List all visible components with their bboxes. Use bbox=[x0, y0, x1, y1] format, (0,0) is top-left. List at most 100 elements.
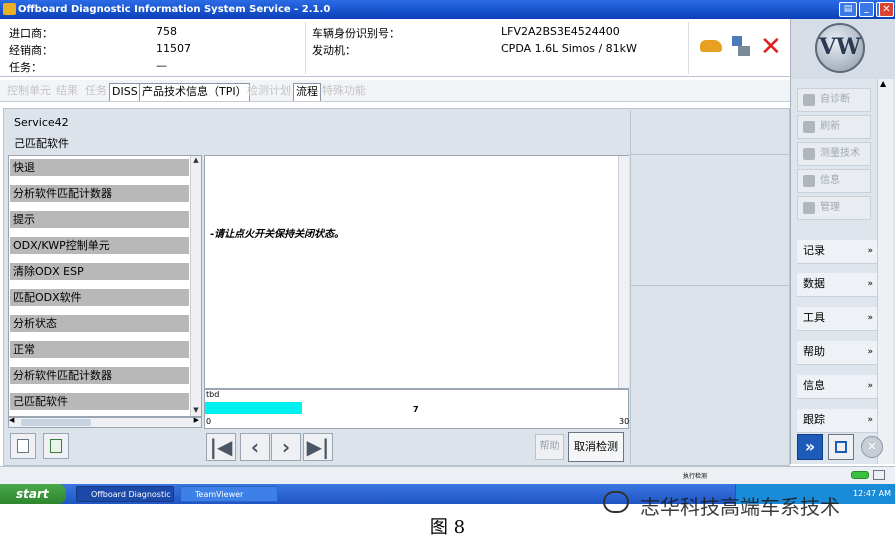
tab-procedure[interactable]: 流程 bbox=[293, 83, 321, 101]
disconnect-icon: ✕ bbox=[760, 32, 782, 62]
scroll-left-arrow[interactable]: ◀ bbox=[9, 416, 14, 424]
task-value: — bbox=[156, 59, 167, 72]
zoom-in-button[interactable] bbox=[43, 433, 69, 459]
list-item[interactable]: 分析软件匹配计数器 bbox=[10, 185, 189, 202]
chevron-down-icon: » bbox=[867, 279, 873, 289]
app-icon bbox=[3, 3, 16, 15]
list-item[interactable]: 己匹配软件 bbox=[10, 393, 189, 410]
scroll-up-arrow[interactable]: ▲ bbox=[191, 156, 201, 166]
dealer-label: 经销商： bbox=[9, 44, 53, 57]
list-item[interactable]: 清除ODX ESP bbox=[10, 263, 189, 280]
sidebar-scrollbar[interactable]: ▲ bbox=[877, 79, 893, 464]
figure-caption: 图 8 bbox=[429, 517, 466, 538]
measure-icon bbox=[803, 148, 815, 160]
window-title-bar: Offboard Diagnostic Information System S… bbox=[0, 0, 895, 19]
task-label: 任务： bbox=[9, 61, 42, 74]
taskbar-item-teamviewer[interactable]: TeamViewer bbox=[180, 486, 278, 502]
forward-button[interactable]: » bbox=[797, 434, 823, 460]
tab-tasks[interactable]: 任务 bbox=[83, 83, 109, 101]
start-button[interactable]: start bbox=[0, 484, 66, 504]
info-pane bbox=[630, 110, 790, 464]
service-title: Service42 bbox=[14, 116, 69, 129]
minimize-button[interactable]: _ bbox=[859, 2, 874, 17]
sidebar-section-tools[interactable]: 工具» bbox=[797, 307, 877, 331]
first-step-button[interactable]: |◀ bbox=[206, 433, 236, 461]
importer-value: 758 bbox=[156, 25, 177, 38]
help-button[interactable]: 帮助 bbox=[535, 434, 564, 460]
tab-control-units[interactable]: 控制单元 bbox=[5, 83, 53, 101]
next-step-button[interactable]: › bbox=[271, 433, 301, 461]
gear-icon bbox=[803, 202, 815, 214]
flash-button[interactable]: 刷新 bbox=[797, 115, 871, 139]
list-item[interactable]: 正常 bbox=[10, 341, 189, 358]
measurement-button[interactable]: 测量技术 bbox=[797, 142, 871, 166]
engine-label: 发动机： bbox=[312, 44, 356, 57]
chevron-down-icon: » bbox=[867, 347, 873, 357]
scroll-right-arrow[interactable]: ▶ bbox=[194, 416, 199, 424]
text-vertical-scrollbar[interactable] bbox=[618, 156, 629, 388]
tab-special-functions[interactable]: 特殊功能 bbox=[320, 83, 368, 101]
dealer-value: 11507 bbox=[156, 42, 191, 55]
progress-current: 7 bbox=[413, 405, 419, 414]
sidebar-section-trace[interactable]: 跟踪» bbox=[797, 409, 877, 433]
chevron-down-icon: » bbox=[867, 381, 873, 391]
clock: 12:47 AM bbox=[853, 489, 891, 498]
sidebar-section-data[interactable]: 数据» bbox=[797, 273, 877, 297]
info-icon bbox=[803, 175, 815, 187]
list-item[interactable]: 快退 bbox=[10, 159, 189, 176]
self-diagnosis-button[interactable]: 自诊断 bbox=[797, 88, 871, 112]
window-title: Offboard Diagnostic Information System S… bbox=[18, 4, 331, 15]
sidebar-section-info[interactable]: 信息» bbox=[797, 375, 877, 399]
tab-tpi[interactable]: 产品技术信息（TPI） bbox=[139, 83, 250, 101]
sidebar-section-record[interactable]: 记录» bbox=[797, 240, 877, 264]
status-text: 执行检测 bbox=[683, 473, 708, 480]
scroll-up-arrow[interactable]: ▲ bbox=[880, 79, 886, 88]
instruction-message: -请让点火开关保持关闭状态。 bbox=[210, 229, 345, 240]
chevron-down-icon: » bbox=[867, 415, 873, 425]
tab-test-plan[interactable]: 检测计划 bbox=[245, 83, 293, 101]
list-item[interactable]: ODX/KWP控制单元 bbox=[10, 237, 189, 254]
progress-max: 30 bbox=[619, 417, 630, 426]
list-item[interactable]: 提示 bbox=[10, 211, 189, 228]
sidebar-section-help[interactable]: 帮助» bbox=[797, 341, 877, 365]
car-icon bbox=[700, 40, 722, 52]
hand-icon bbox=[803, 94, 815, 106]
admin-button[interactable]: 管理 bbox=[797, 196, 871, 220]
instruction-text-area bbox=[204, 155, 629, 389]
wechat-icon bbox=[603, 491, 629, 513]
close-button[interactable]: ✕ bbox=[879, 2, 894, 17]
zoom-out-button[interactable] bbox=[10, 433, 36, 459]
progress-label: tbd bbox=[206, 390, 220, 399]
last-step-button[interactable]: ▶| bbox=[303, 433, 333, 461]
status-bar: 执行检测 bbox=[0, 466, 895, 484]
list-vertical-scrollbar[interactable]: ▲ ▼ bbox=[190, 156, 201, 416]
list-horizontal-scrollbar[interactable]: ◀ ▶ bbox=[8, 416, 202, 428]
screenshot-button[interactable] bbox=[828, 434, 854, 460]
service-header: Service42 己匹配软件 bbox=[8, 110, 628, 154]
document-icon bbox=[17, 439, 29, 453]
tab-diss[interactable]: DISS bbox=[109, 83, 141, 101]
chevron-down-icon: » bbox=[867, 313, 873, 323]
exit-button[interactable]: ✕ bbox=[861, 436, 883, 458]
tab-results[interactable]: 结果 bbox=[54, 83, 80, 101]
importer-label: 进口商： bbox=[9, 27, 53, 40]
header-divider bbox=[305, 22, 306, 74]
vin-value: LFV2A2BS3E4524400 bbox=[501, 25, 620, 38]
info-button[interactable]: 信息 bbox=[797, 169, 871, 193]
taskbar-item-odis[interactable]: Offboard Diagnostic I... bbox=[76, 486, 174, 515]
chevron-down-icon: » bbox=[867, 246, 873, 256]
frame-icon bbox=[835, 441, 847, 453]
previous-step-button[interactable]: ‹ bbox=[240, 433, 270, 461]
cancel-check-button[interactable]: 取消检测 bbox=[568, 432, 624, 462]
scroll-thumb[interactable] bbox=[21, 419, 91, 426]
list-item[interactable]: 分析软件匹配计数器 bbox=[10, 367, 189, 384]
scroll-down-arrow[interactable]: ▼ bbox=[191, 406, 201, 416]
vw-logo: VW bbox=[815, 23, 865, 73]
pane-divider bbox=[630, 154, 790, 155]
list-item[interactable]: 匹配ODX软件 bbox=[10, 289, 189, 306]
list-item[interactable]: 分析状态 bbox=[10, 315, 189, 332]
document-add-icon bbox=[50, 439, 62, 453]
keyboard-icon[interactable]: ▤ bbox=[839, 2, 857, 17]
tab-bar: 控制单元 结果 任务 DISS 产品技术信息（TPI） 检测计划 流程 特殊功能 bbox=[0, 80, 790, 102]
pane-divider bbox=[630, 285, 790, 286]
